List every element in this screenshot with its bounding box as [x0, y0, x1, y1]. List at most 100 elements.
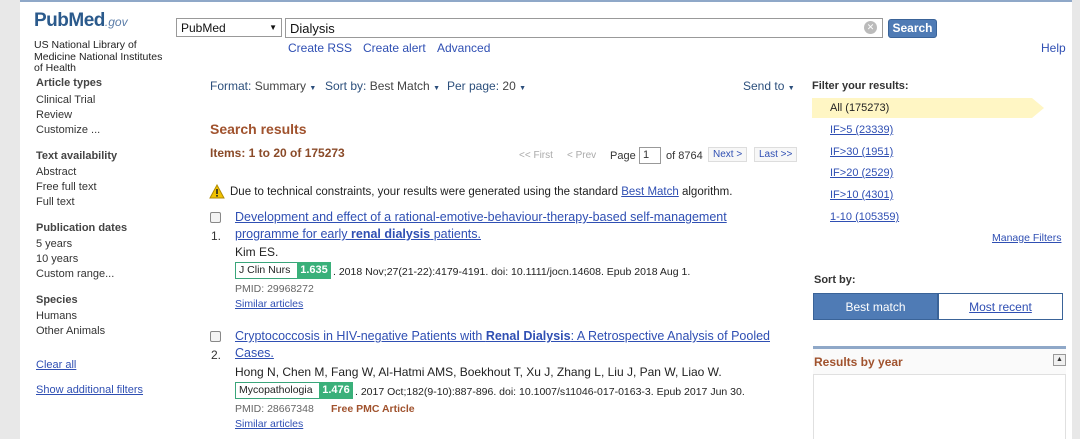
pubmed-logo[interactable]: PubMed.gov — [34, 10, 144, 38]
article-checkbox[interactable] — [210, 331, 221, 342]
title-text: Development and effect of a rational-emo… — [235, 210, 727, 224]
logo-med-text: Med — [68, 10, 105, 31]
pager-first: << First — [519, 150, 553, 161]
title-text: Cryptococcosis in HIV-negative Patients … — [235, 329, 486, 343]
format-label: Format: — [210, 79, 252, 93]
article-title-link[interactable]: Cryptococcosis in HIV-negative Patients … — [235, 328, 795, 362]
chevron-down-icon: ▼ — [787, 85, 795, 92]
sidebar-item-customize[interactable]: Customize ... — [36, 124, 100, 136]
filter-all[interactable]: All (175273) — [812, 98, 1044, 118]
title-text: patients. — [430, 227, 481, 241]
filter-title: Filter your results: — [812, 80, 909, 92]
pager-prev: < Prev — [567, 150, 597, 161]
filter-if-20[interactable]: IF>20 (2529) — [830, 167, 893, 179]
impact-factor-badge: 1.635 — [297, 262, 331, 279]
best-match-warning: Due to technical constraints, your resul… — [230, 186, 732, 198]
article-citation: . 2017 Oct;182(9-10):887-896. doi: 10.10… — [355, 386, 745, 398]
search-input[interactable]: Dialysis — [285, 18, 883, 38]
search-button[interactable]: Search — [888, 19, 937, 38]
sidebar-item-review[interactable]: Review — [36, 109, 72, 121]
collapse-icon[interactable]: ▲ — [1053, 354, 1066, 366]
article-authors: Hong N, Chen M, Fang W, Al-Hatmi AMS, Bo… — [235, 365, 722, 379]
logo-pub-text: Pub — [34, 10, 69, 31]
title-text: : A Retrospective Analysis of Pooled — [570, 329, 770, 343]
sidebar-item-5-years[interactable]: 5 years — [36, 238, 72, 250]
results-by-year-chart[interactable] — [813, 374, 1066, 439]
help-link[interactable]: Help — [1041, 41, 1066, 55]
article-pmid: PMID: 29968272 — [235, 283, 314, 295]
logo-subtitle: US National Library of Medicine National… — [34, 39, 163, 74]
warning-text: Due to technical constraints, your resul… — [230, 186, 619, 198]
logo-gov-text: .gov — [104, 15, 128, 29]
chevron-down-icon: ▼ — [519, 85, 527, 92]
similar-articles-link[interactable]: Similar articles — [235, 298, 303, 310]
filter-all-label: All (175273) — [830, 102, 890, 114]
sort-most-recent-button[interactable]: Most recent — [938, 293, 1063, 320]
create-rss-link[interactable]: Create RSS — [288, 41, 352, 55]
sidebar-item-clinical-trial[interactable]: Clinical Trial — [36, 94, 95, 106]
clear-all-link[interactable]: Clear all — [36, 359, 76, 371]
page-number-input[interactable]: 1 — [639, 147, 661, 164]
send-to-menu[interactable]: Send to ▼ — [743, 79, 795, 93]
filter-1-10[interactable]: 1-10 (105359) — [830, 211, 899, 223]
similar-articles-link[interactable]: Similar articles — [235, 418, 303, 430]
title-text: Cases. — [235, 346, 274, 360]
sidebar-item-custom-range[interactable]: Custom range... — [36, 268, 114, 280]
best-match-link[interactable]: Best Match — [621, 186, 679, 198]
page-label: Page — [610, 150, 636, 162]
impact-factor-badge: 1.476 — [319, 382, 353, 399]
results-by-year-title: Results by year — [814, 355, 903, 369]
sort-label: Sort by: — [325, 79, 367, 93]
database-select-value: PubMed — [181, 21, 226, 35]
show-additional-filters-link[interactable]: Show additional filters — [36, 384, 143, 396]
article-number: 1. — [211, 229, 222, 243]
manage-filters-link[interactable]: Manage Filters — [992, 232, 1061, 244]
filter-if-10[interactable]: IF>10 (4301) — [830, 189, 893, 201]
sort-menu[interactable]: Sort by: Best Match ▼ — [325, 79, 440, 93]
filter-if-30[interactable]: IF>30 (1951) — [830, 146, 893, 158]
sidebar-item-full-text[interactable]: Full text — [36, 196, 75, 208]
dropdown-arrow-icon: ▼ — [269, 23, 277, 32]
chevron-down-icon: ▼ — [309, 85, 317, 92]
per-page-menu[interactable]: Per page: 20 ▼ — [447, 79, 526, 93]
format-value: Summary — [254, 79, 307, 93]
warning-text-end: algorithm. — [681, 186, 733, 198]
sidebar-heading-publication-dates: Publication dates — [36, 222, 128, 234]
article-title-link[interactable]: Development and effect of a rational-emo… — [235, 209, 795, 243]
pager-next-button[interactable]: Next > — [708, 147, 748, 162]
chevron-down-icon: ▼ — [433, 85, 441, 92]
advanced-search-link[interactable]: Advanced — [437, 41, 490, 55]
search-results-title: Search results — [210, 121, 307, 137]
sidebar-heading-species: Species — [36, 294, 78, 306]
filter-if-5[interactable]: IF>5 (23339) — [830, 124, 893, 136]
pager-last-button[interactable]: Last >> — [754, 147, 798, 162]
items-count: Items: 1 to 20 of 175273 — [210, 146, 345, 160]
sidebar-item-10-years[interactable]: 10 years — [36, 253, 78, 265]
warning-icon — [209, 184, 225, 199]
sidebar-item-free-full-text[interactable]: Free full text — [36, 181, 97, 193]
send-to-label: Send to — [743, 79, 785, 93]
sidebar-item-other-animals[interactable]: Other Animals — [36, 325, 105, 337]
title-text: programme for early — [235, 227, 352, 241]
database-select[interactable]: PubMed ▼ — [176, 18, 282, 37]
sidebar-item-abstract[interactable]: Abstract — [36, 166, 76, 178]
clear-icon[interactable]: ✕ — [864, 21, 877, 34]
page: PubMed.gov US National Library of Medici… — [20, 0, 1072, 439]
title-highlight: renal dialysis — [351, 227, 431, 241]
sort-best-match-button[interactable]: Best match — [813, 293, 938, 320]
per-page-value: 20 — [502, 79, 516, 93]
sidebar-item-humans[interactable]: Humans — [36, 310, 77, 322]
article-citation: . 2018 Nov;27(21-22):4179-4191. doi: 10.… — [333, 266, 691, 278]
free-pmc-article-badge[interactable]: Free PMC Article — [331, 403, 415, 415]
article-pmid: PMID: 28667348 — [235, 403, 314, 415]
sidebar-heading-text-availability: Text availability — [36, 150, 118, 162]
sidebar-heading-article-types: Article types — [36, 77, 103, 89]
article-number: 2. — [211, 348, 222, 362]
article-authors: Kim ES. — [235, 245, 279, 259]
page-total: of 8764 — [666, 150, 703, 162]
per-page-label: Per page: — [447, 79, 500, 93]
format-menu[interactable]: Format: Summary ▼ — [210, 79, 316, 93]
create-alert-link[interactable]: Create alert — [363, 41, 426, 55]
article-checkbox[interactable] — [210, 212, 221, 223]
sort-value: Best Match — [369, 79, 430, 93]
